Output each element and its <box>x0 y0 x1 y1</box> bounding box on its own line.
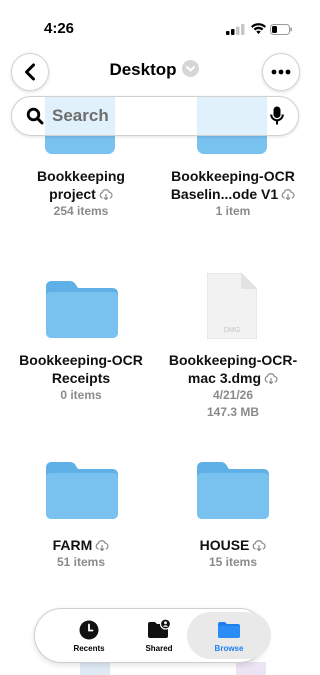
tab-bar: Recents Shared Browse <box>34 608 271 663</box>
search-placeholder: Search <box>52 106 109 125</box>
svg-text:DMG: DMG <box>224 327 240 334</box>
dmg-file-icon[interactable]: DMG <box>207 273 257 339</box>
list-item[interactable]: Bookkeeping project 254 items <box>6 167 156 220</box>
cloud-download-icon[interactable] <box>281 188 295 200</box>
list-item[interactable]: Bookkeeping-OCR- mac 3.dmg 4/21/26 147.3… <box>158 351 308 421</box>
wifi-icon <box>251 23 266 35</box>
tab-recents[interactable]: Recents <box>55 609 123 662</box>
cloud-download-icon[interactable] <box>99 188 113 200</box>
chevron-down-icon <box>181 60 199 78</box>
list-item[interactable]: Bookkeeping-OCR Baselin...ode V1 1 item <box>158 167 308 220</box>
folder-icon <box>218 622 240 638</box>
folder-icon[interactable] <box>46 462 118 519</box>
battery-icon <box>270 24 292 35</box>
cellular-signal-icon <box>226 24 245 35</box>
clock-icon <box>79 620 99 640</box>
cloud-download-icon[interactable] <box>252 539 266 551</box>
list-item[interactable]: FARM 51 items <box>6 536 156 571</box>
shared-folder-icon <box>148 619 171 638</box>
tab-shared[interactable]: Shared <box>125 609 193 662</box>
more-options-button[interactable] <box>262 53 300 91</box>
status-bar: 4:26 <box>0 0 308 52</box>
tab-browse[interactable]: Browse <box>187 609 271 662</box>
folder-icon[interactable] <box>197 462 269 519</box>
microphone-icon[interactable] <box>270 106 284 126</box>
ellipsis-icon <box>271 69 291 75</box>
list-item[interactable]: Bookkeeping-OCR Receipts 0 items <box>6 351 156 404</box>
page-title: Desktop <box>109 60 177 79</box>
scrolled-content-hint <box>236 662 266 675</box>
search-input[interactable]: Search <box>11 96 299 136</box>
search-icon <box>26 107 44 125</box>
cloud-download-icon[interactable] <box>264 372 278 384</box>
cloud-download-icon[interactable] <box>95 539 109 551</box>
scrolled-content-hint <box>80 662 110 675</box>
folder-icon[interactable] <box>46 281 118 338</box>
list-item[interactable]: HOUSE 15 items <box>158 536 308 571</box>
status-time: 4:26 <box>44 20 75 37</box>
